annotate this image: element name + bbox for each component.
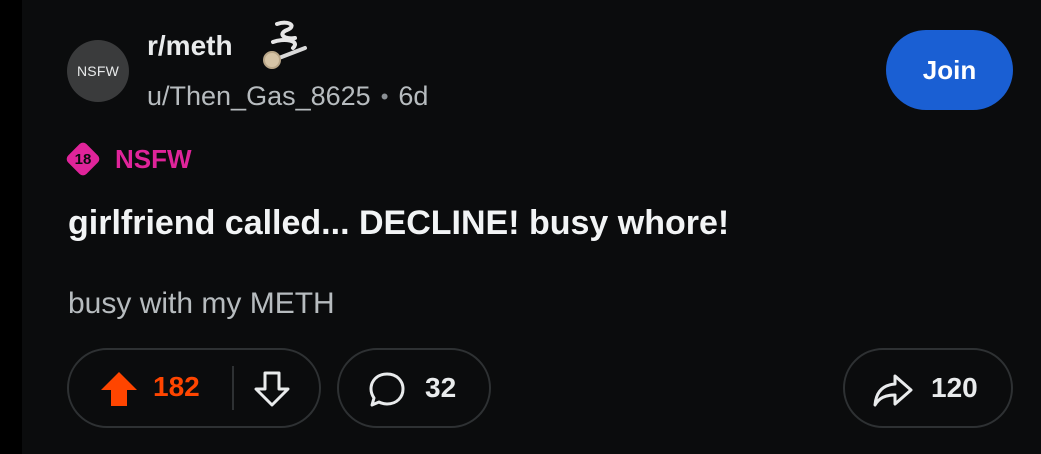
author-link[interactable]: u/Then_Gas_8625 [147,81,371,112]
post-title[interactable]: girlfriend called... DECLINE! busy whore… [68,204,729,243]
subreddit-name[interactable]: r/meth [147,30,233,62]
downvote-button[interactable] [252,370,292,408]
share-arrow-icon [873,374,913,407]
nsfw-badge-text: 18 [74,150,92,168]
vote-divider [232,366,234,410]
nsfw-18-icon: 18 [65,141,101,177]
comment-bubble-icon [369,372,405,407]
join-button[interactable]: Join [886,30,1013,110]
nsfw-tag: 18 NSFW [65,141,192,177]
pipe-smoke-icon [263,20,307,69]
comment-count: 32 [425,372,457,403]
upvote-arrow-icon [101,372,137,406]
vote-pill: 182 [67,348,321,428]
upvote-button[interactable] [99,370,139,408]
post-meta: u/Then_Gas_8625 • 6d [147,81,428,112]
subreddit-avatar[interactable]: NSFW [67,40,129,102]
post-body[interactable]: busy with my METH [68,287,335,321]
avatar-label: NSFW [76,63,119,79]
share-count: 120 [931,372,978,403]
nsfw-label: NSFW [115,143,192,174]
post-card[interactable]: NSFW r/meth u/Then_Gas_8625 • 6d Join 18… [22,0,1041,454]
vote-count: 182 [153,371,200,402]
post-age: 6d [398,81,429,111]
comments-button[interactable]: 32 [337,348,491,428]
share-button[interactable]: 120 [843,348,1013,428]
downvote-arrow-icon [254,371,290,407]
meta-separator: • [380,83,389,109]
